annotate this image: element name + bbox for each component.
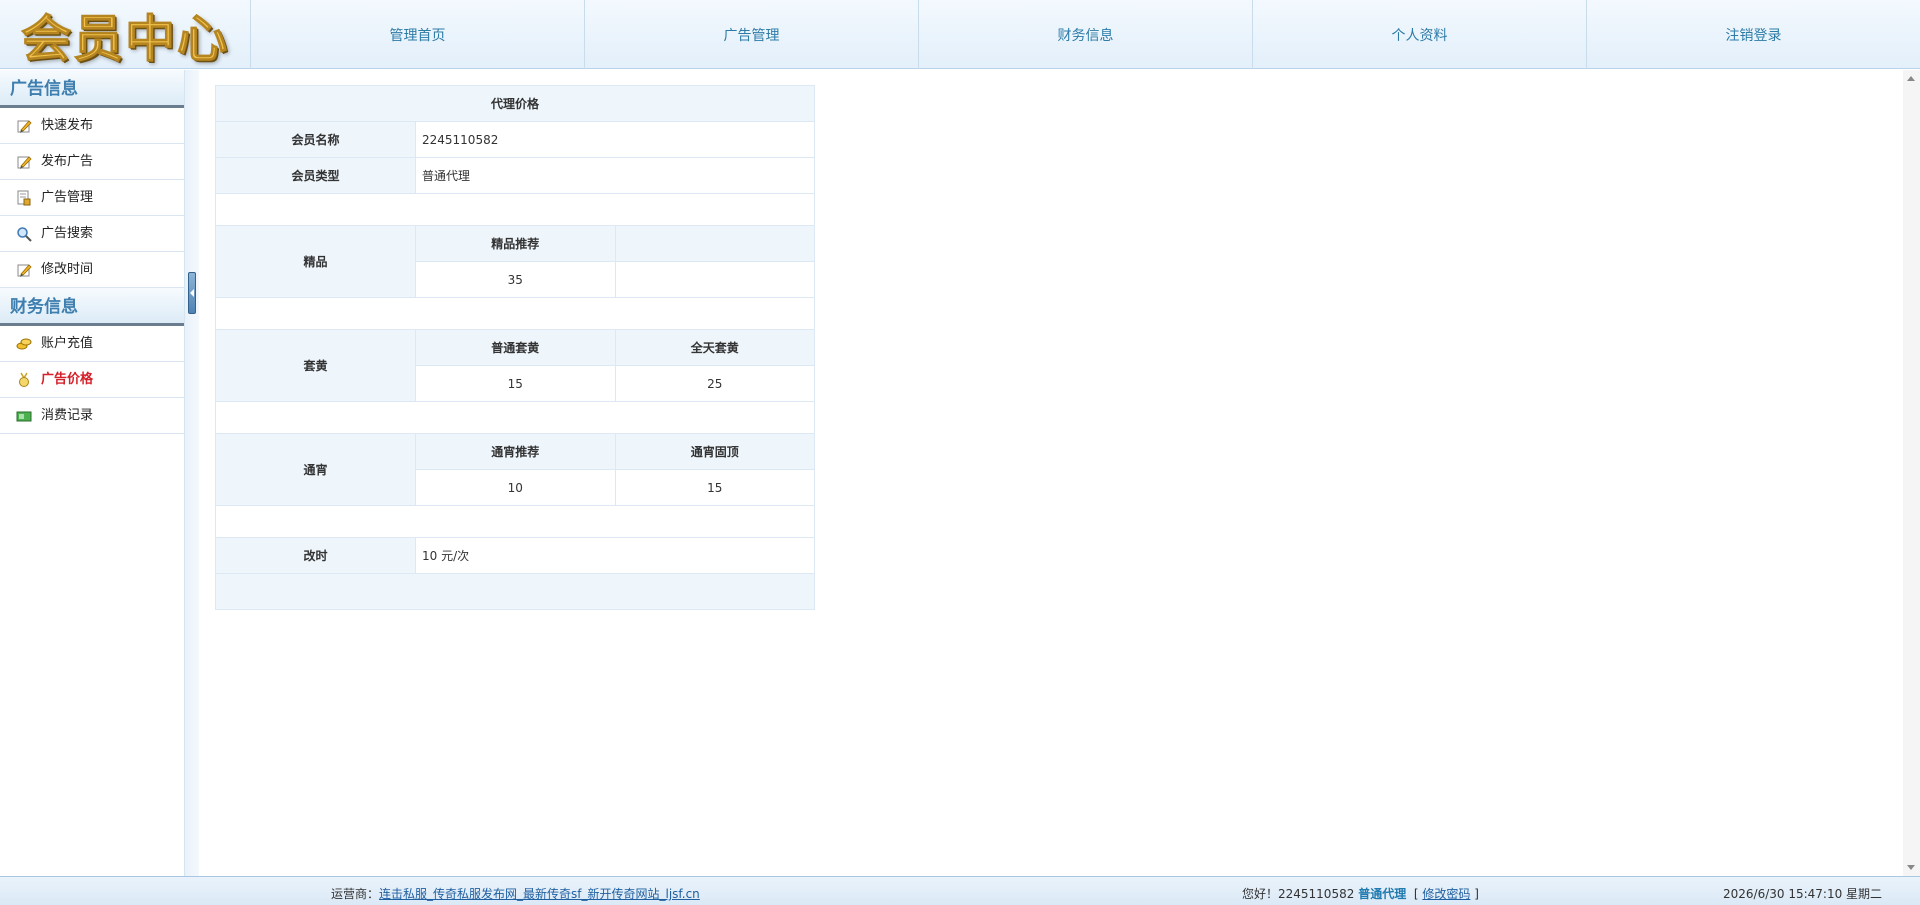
taohuang-label: 套黄	[215, 329, 416, 402]
sidebar-item-modify-time[interactable]: 修改时间	[0, 252, 184, 288]
tongxiao-header-pin: 通宵固顶	[614, 433, 815, 470]
logo: 会员中心	[0, 0, 251, 69]
tongxiao-label: 通宵	[215, 433, 416, 506]
sidebar-item-label: 账户充值	[41, 335, 94, 351]
gaishi-value: 10 元/次	[415, 537, 815, 574]
tongxiao-header-recommend: 通宵推荐	[415, 433, 616, 470]
sidebar-item-ad-management[interactable]: 广告管理	[0, 180, 184, 216]
operator-info: 运营商：连击私服_传奇私服发布网_最新传奇sf_新开传奇网站_ljsf.cn	[331, 885, 700, 902]
user-info: 您好！2245110582 普通代理 [ 修改密码 ]	[1242, 885, 1479, 902]
sidebar-item-label: 修改时间	[41, 261, 94, 277]
spacer-row	[215, 193, 815, 226]
sidebar-item-ad-search[interactable]: 广告搜索	[0, 216, 184, 252]
member-type-label: 会员类型	[215, 157, 416, 194]
member-type-value: 普通代理	[415, 157, 815, 194]
sidebar-item-label: 广告管理	[41, 189, 94, 205]
jingpin-value: 35	[415, 261, 616, 298]
pencil-icon	[16, 118, 32, 134]
vertical-scrollbar[interactable]	[1903, 70, 1920, 876]
taohuang-header-normal: 普通套黄	[415, 329, 616, 366]
search-icon	[16, 226, 32, 242]
tongxiao-value-pin: 15	[614, 469, 815, 506]
status-bar: 运营商：连击私服_传奇私服发布网_最新传奇sf_新开传奇网站_ljsf.cn 您…	[0, 876, 1920, 905]
spacer-row	[215, 401, 815, 434]
sidebar-item-consumption-record[interactable]: 消费记录	[0, 398, 184, 434]
money-icon	[16, 408, 32, 424]
document-icon	[16, 190, 32, 206]
taohuang-value-allday: 25	[614, 365, 815, 402]
top-navigation: 管理首页 广告管理 财务信息 个人资料 注销登录	[251, 0, 1920, 69]
coins-icon	[16, 336, 32, 352]
bracket-open: [	[1413, 887, 1419, 901]
tongxiao-value-recommend: 10	[415, 469, 616, 506]
spacer-row	[215, 505, 815, 538]
nav-item-finance[interactable]: 财务信息	[919, 0, 1253, 69]
sidebar-section-title-ad-info: 广告信息	[0, 70, 184, 108]
change-password-link[interactable]: 修改密码	[1422, 887, 1470, 901]
member-name-label: 会员名称	[215, 121, 416, 158]
jingpin-header-empty	[614, 225, 815, 262]
spacer-row	[215, 297, 815, 330]
sidebar-item-ad-price[interactable]: 广告价格	[0, 362, 184, 398]
collapse-sidebar-handle[interactable]	[188, 272, 196, 314]
top-bar: 会员中心 管理首页 广告管理 财务信息 个人资料 注销登录	[0, 0, 1920, 69]
sidebar-item-label: 消费记录	[41, 407, 94, 423]
main-content: 代理价格 会员名称 2245110582 会员类型 普通代理 精品 精品推荐 3…	[215, 85, 815, 610]
nav-item-logout[interactable]: 注销登录	[1587, 0, 1920, 69]
sidebar-item-quick-publish[interactable]: 快速发布	[0, 108, 184, 144]
jingpin-value-empty	[614, 261, 815, 298]
table-footer	[215, 573, 815, 610]
sidebar-item-label: 快速发布	[41, 117, 94, 133]
sidebar-item-label: 发布广告	[41, 153, 94, 169]
sidebar-item-label: 广告价格	[41, 371, 94, 387]
sidebar-item-recharge[interactable]: 账户充值	[0, 326, 184, 362]
operator-label: 运营商：	[331, 887, 380, 901]
pencil-icon	[16, 262, 32, 278]
pencil-icon	[16, 154, 32, 170]
logo-text: 会员中心	[21, 8, 229, 68]
nav-item-ad-management[interactable]: 广告管理	[585, 0, 919, 69]
sidebar: 广告信息 快速发布 发布广告 广告管理 广告搜索 修改时间 财务信息 账户充值 …	[0, 70, 185, 876]
scroll-down-icon[interactable]	[1907, 865, 1915, 870]
taohuang-value-normal: 15	[415, 365, 616, 402]
operator-link[interactable]: 连击私服_传奇私服发布网_最新传奇sf_新开传奇网站_ljsf.cn	[379, 887, 700, 901]
nav-item-home[interactable]: 管理首页	[251, 0, 585, 69]
datetime-display: 2026/6/30 15:47:10 星期二	[1723, 887, 1883, 901]
sidebar-item-publish-ad[interactable]: 发布广告	[0, 144, 184, 180]
sidebar-item-label: 广告搜索	[41, 225, 94, 241]
sidebar-splitter	[185, 70, 199, 876]
agent-price-table: 代理价格 会员名称 2245110582 会员类型 普通代理 精品 精品推荐 3…	[215, 85, 815, 610]
greeting-text: 您好！2245110582	[1242, 887, 1355, 901]
taohuang-header-allday: 全天套黄	[614, 329, 815, 366]
nav-item-profile[interactable]: 个人资料	[1253, 0, 1587, 69]
jingpin-header: 精品推荐	[415, 225, 616, 262]
medal-icon	[16, 372, 32, 388]
jingpin-label: 精品	[215, 225, 416, 298]
member-name-value: 2245110582	[415, 121, 815, 158]
user-role: 普通代理	[1358, 887, 1407, 901]
bracket-close: ]	[1474, 887, 1479, 901]
scroll-up-icon[interactable]	[1907, 76, 1915, 81]
table-title: 代理价格	[215, 85, 815, 122]
gaishi-label: 改时	[215, 537, 416, 574]
sidebar-section-title-finance: 财务信息	[0, 288, 184, 326]
